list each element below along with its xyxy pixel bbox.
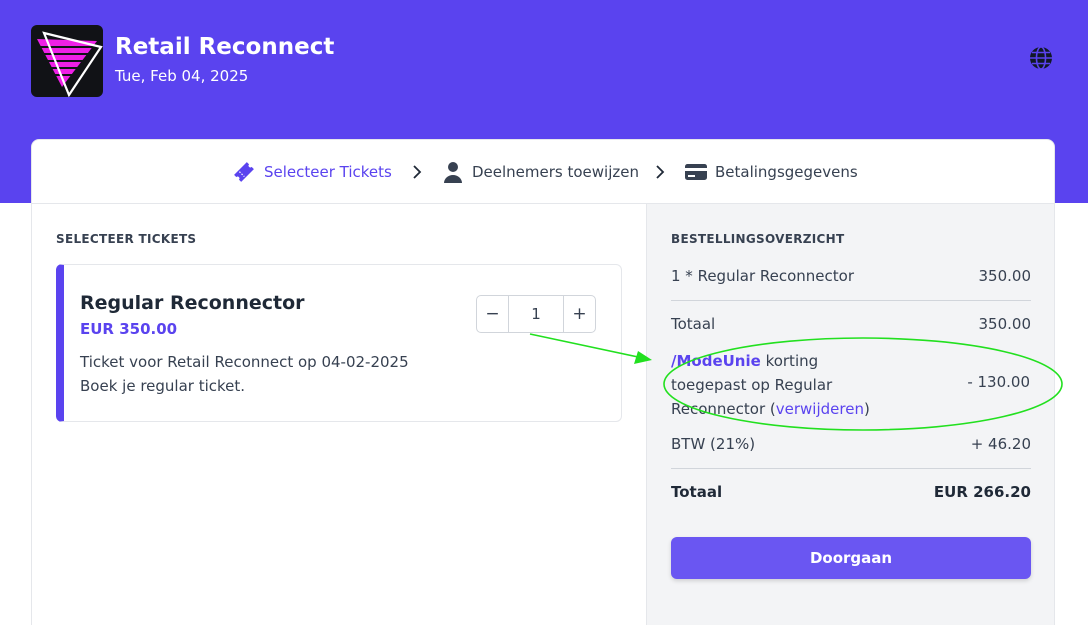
line-item-label: 1 * Regular Reconnector bbox=[671, 267, 854, 285]
checkout-card: Selecteer Tickets Deelnemers toewijzen B… bbox=[31, 139, 1055, 625]
summary-subtotal: Totaal 350.00 bbox=[671, 315, 1031, 333]
line-item-amount: 350.00 bbox=[978, 267, 1032, 285]
section-heading: SELECTEER TICKETS bbox=[56, 232, 197, 246]
tax-amount: + 46.20 bbox=[970, 435, 1031, 453]
order-summary-panel: BESTELLINGSOVERZICHT 1 * Regular Reconne… bbox=[646, 204, 1054, 625]
discount-text: Reconnector ( bbox=[671, 400, 776, 418]
subtotal-label: Totaal bbox=[671, 315, 716, 333]
subtotal-amount: 350.00 bbox=[978, 315, 1032, 333]
user-icon bbox=[444, 162, 462, 183]
step-payment-details[interactable]: Betalingsgegevens bbox=[685, 160, 858, 184]
ticket-price: EUR 350.00 bbox=[80, 320, 178, 338]
discount-amount: - 130.00 bbox=[967, 373, 1030, 391]
ticket-description-line: Ticket voor Retail Reconnect op 04-02-20… bbox=[80, 353, 409, 371]
retail-reconnect-logo-icon bbox=[37, 31, 103, 97]
discount-text: toegepast op Regular bbox=[671, 376, 833, 394]
increase-quantity-button[interactable]: + bbox=[564, 296, 595, 332]
summary-total: Totaal EUR 266.20 bbox=[671, 483, 1031, 501]
tax-label: BTW (21%) bbox=[671, 435, 756, 453]
ticket-name: Regular Reconnector bbox=[80, 292, 305, 314]
step-select-tickets[interactable]: Selecteer Tickets bbox=[232, 160, 392, 184]
ticket-icon bbox=[234, 162, 254, 182]
total-amount: EUR 266.20 bbox=[933, 483, 1031, 501]
remove-discount-link[interactable]: verwijderen bbox=[776, 400, 864, 418]
discount-text: korting bbox=[760, 352, 819, 370]
discount-text: ) bbox=[863, 400, 870, 418]
step-label: Selecteer Tickets bbox=[264, 163, 392, 181]
decrease-quantity-button[interactable]: − bbox=[477, 296, 508, 332]
ticket-card: Regular Reconnector EUR 350.00 Ticket vo… bbox=[56, 264, 622, 422]
event-date: Tue, Feb 04, 2025 bbox=[115, 67, 249, 85]
summary-line-item: 1 * Regular Reconnector 350.00 bbox=[671, 267, 1031, 285]
ticket-description-line: Boek je regular ticket. bbox=[80, 377, 246, 395]
divider bbox=[671, 300, 1031, 301]
continue-button[interactable]: Doorgaan bbox=[671, 537, 1031, 579]
ticket-description: Ticket voor Retail Reconnect op 04-02-20… bbox=[80, 350, 409, 398]
quantity-input[interactable]: 1 bbox=[508, 296, 564, 332]
event-title: Retail Reconnect bbox=[115, 34, 335, 60]
globe-icon bbox=[1030, 46, 1052, 70]
step-label: Betalingsgegevens bbox=[715, 163, 858, 181]
step-assign-attendees[interactable]: Deelnemers toewijzen bbox=[442, 160, 639, 184]
discount-description: /ModeUnie korting toegepast op Regular R… bbox=[671, 349, 870, 421]
language-button[interactable] bbox=[1028, 45, 1054, 71]
divider bbox=[671, 468, 1031, 469]
quantity-stepper: − 1 + bbox=[476, 295, 596, 333]
step-navigation: Selecteer Tickets Deelnemers toewijzen B… bbox=[32, 140, 1054, 204]
ticket-selection-panel: SELECTEER TICKETS Regular Reconnector EU… bbox=[32, 204, 646, 625]
summary-tax: BTW (21%) + 46.20 bbox=[671, 435, 1031, 453]
section-heading: BESTELLINGSOVERZICHT bbox=[671, 232, 845, 246]
chevron-right-icon bbox=[413, 165, 422, 179]
total-label: Totaal bbox=[671, 483, 723, 501]
step-label: Deelnemers toewijzen bbox=[472, 163, 639, 181]
credit-card-icon bbox=[685, 164, 707, 180]
event-logo bbox=[31, 25, 103, 97]
chevron-right-icon bbox=[656, 165, 665, 179]
discount-code: /ModeUnie bbox=[671, 352, 761, 370]
